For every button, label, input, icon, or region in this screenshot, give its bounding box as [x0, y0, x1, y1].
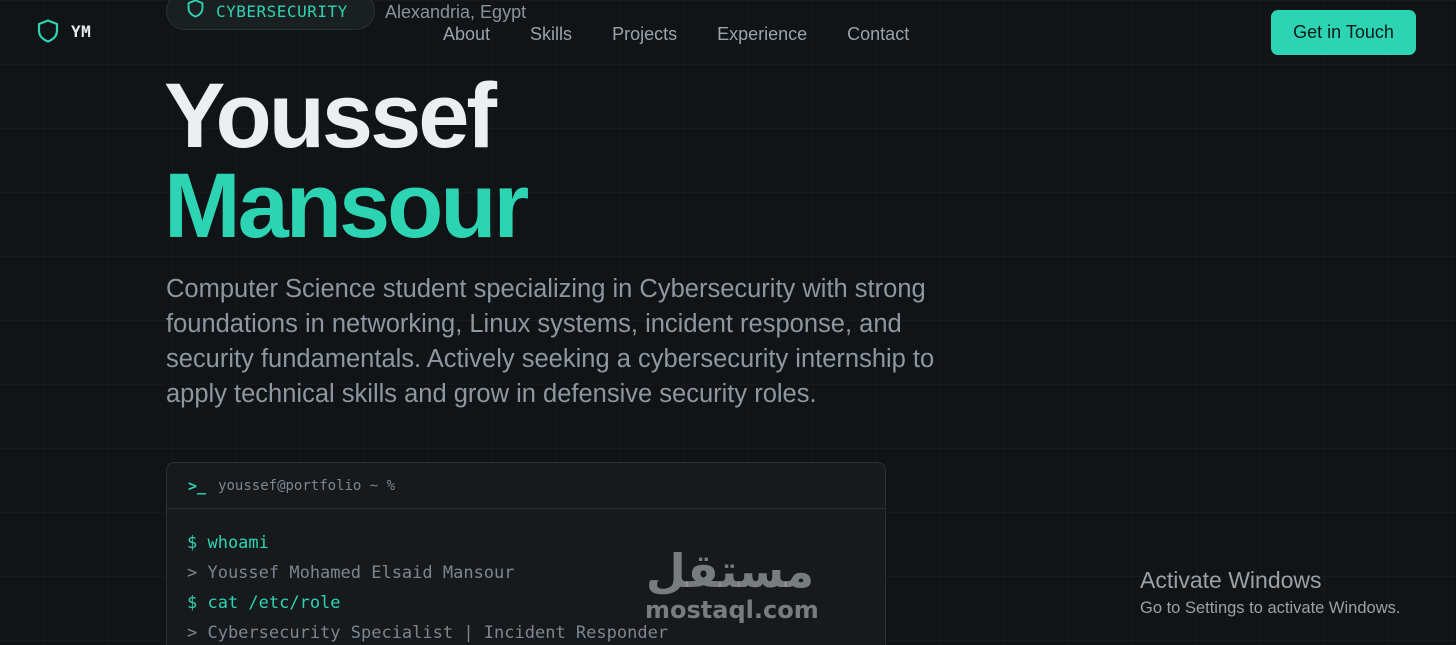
portfolio-page: YM About Skills Projects Experience Cont…	[0, 0, 1456, 645]
get-in-touch-button[interactable]: Get in Touch	[1271, 10, 1416, 55]
activate-windows-title: Activate Windows	[1140, 567, 1322, 593]
nav-link-skills[interactable]: Skills	[530, 22, 572, 46]
nav-link-experience[interactable]: Experience	[717, 22, 807, 46]
logo-text: YM	[71, 21, 92, 41]
specialty-badge: CYBERSECURITY	[166, 0, 375, 30]
watermark-latin: mostaql.com	[645, 596, 819, 624]
watermark-arabic: مستقل	[645, 544, 815, 598]
nav-link-projects[interactable]: Projects	[612, 22, 677, 46]
shield-icon	[187, 0, 204, 23]
nav-link-about[interactable]: About	[443, 22, 490, 46]
hero-description: Computer Science student specializing in…	[166, 275, 935, 408]
terminal-title: youssef@portfolio ~ %	[218, 477, 396, 494]
hero-first-name: Youssef	[164, 65, 497, 167]
badge-label: CYBERSECURITY	[216, 1, 348, 21]
nav-link-contact[interactable]: Contact	[847, 22, 909, 46]
activate-windows-notice: Activate Windows Go to Settings to activ…	[1140, 566, 1400, 622]
location-text: Alexandria, Egypt	[385, 2, 527, 22]
activate-windows-subtitle: Go to Settings to activate Windows.	[1140, 599, 1401, 617]
terminal-header: >_ youssef@portfolio ~ %	[167, 463, 885, 509]
shield-icon	[37, 19, 59, 43]
terminal-icon: >_	[188, 476, 207, 495]
nav-links: About Skills Projects Experience Contact	[443, 22, 909, 46]
mostaql-watermark: مستقل mostaql.com	[645, 544, 819, 624]
logo-link[interactable]: YM	[37, 19, 91, 43]
hero-last-name: Mansour	[164, 155, 529, 257]
